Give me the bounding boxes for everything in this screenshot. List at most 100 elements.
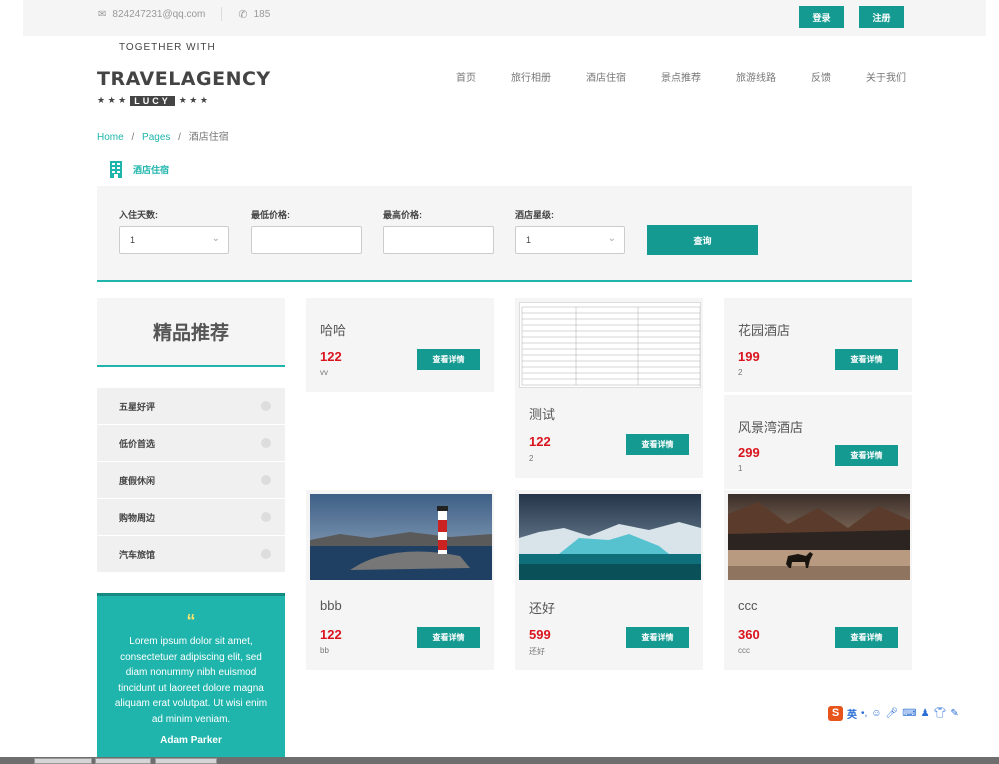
- stars-value: 1: [526, 235, 532, 245]
- sidebar-item-label: 五星好评: [119, 401, 156, 412]
- bullet-icon: [261, 512, 271, 522]
- breadcrumb-pages[interactable]: Pages: [142, 132, 170, 143]
- nav-item-feedback[interactable]: 反馈: [811, 69, 831, 84]
- testimonial-author: Adam Parker: [160, 735, 222, 746]
- hotel-name: 还好: [529, 601, 556, 616]
- sidebar-item-label: 低价首选: [119, 438, 156, 449]
- sidebar-item-resort[interactable]: 度假休闲: [97, 462, 285, 499]
- hotel-price: 299: [738, 445, 760, 460]
- hotel-price: 122: [320, 349, 342, 364]
- sidebar-item-label: 汽车旅馆: [119, 549, 156, 560]
- site-logo[interactable]: TOGETHER WITH TRAVELAGENCY ★ ★ ★ LUCY ★ …: [97, 40, 270, 110]
- days-select[interactable]: 1 ⌄: [119, 226, 229, 254]
- hotel-card: 测试 122 2 查看详情: [515, 298, 703, 478]
- login-button[interactable]: 登录: [799, 6, 844, 28]
- skin-icon[interactable]: 👕︎: [934, 708, 947, 719]
- testimonial-box: “ Lorem ipsum dolor sit amet, consectetu…: [97, 593, 285, 764]
- mail-icon: ✉: [98, 8, 107, 20]
- logo-stars: ★ ★ ★ LUCY ★ ★ ★: [97, 95, 208, 106]
- taskbar-item[interactable]: [95, 758, 151, 764]
- days-label: 入住天数:: [119, 210, 158, 220]
- user-icon[interactable]: ♟: [921, 708, 930, 719]
- register-button[interactable]: 注册: [859, 6, 904, 28]
- ime-language[interactable]: 英: [847, 706, 857, 721]
- keyboard-icon[interactable]: ⌨: [902, 708, 916, 719]
- nav-item-album[interactable]: 旅行相册: [511, 69, 551, 84]
- min-price-label: 最低价格:: [251, 210, 290, 220]
- max-price-label: 最高价格:: [383, 210, 422, 220]
- hotel-name: bbb: [320, 598, 342, 613]
- hotel-thumbnail[interactable]: [728, 494, 910, 580]
- sidebar-item-shopping[interactable]: 购物周边: [97, 499, 285, 536]
- nav-item-home[interactable]: 首页: [456, 69, 476, 84]
- query-button[interactable]: 查询: [647, 225, 758, 255]
- hotel-price: 360: [738, 627, 760, 642]
- logo-stars-left: ★ ★ ★: [97, 95, 127, 105]
- main-nav: 首页 旅行相册 酒店住宿 景点推荐 旅游线路 反馈 关于我们: [456, 69, 906, 84]
- testimonial-text: Lorem ipsum dolor sit amet, consectetuer…: [114, 636, 268, 725]
- view-details-button[interactable]: 查看详情: [835, 445, 898, 466]
- nav-item-attractions[interactable]: 景点推荐: [661, 69, 701, 84]
- view-details-button[interactable]: 查看详情: [626, 434, 689, 455]
- nav-item-routes[interactable]: 旅游线路: [736, 69, 776, 84]
- breadcrumb-separator: /: [178, 132, 181, 143]
- sogou-logo-icon[interactable]: S: [828, 705, 843, 721]
- emoji-icon[interactable]: ☺: [871, 708, 881, 719]
- nav-item-about[interactable]: 关于我们: [866, 69, 906, 84]
- bullet-icon: [261, 401, 271, 411]
- logo-badge: LUCY: [130, 95, 175, 106]
- breadcrumb: Home / Pages / 酒店住宿: [97, 128, 229, 143]
- taskbar-item[interactable]: [155, 758, 217, 764]
- hotel-card: 风景湾酒店 299 1 查看详情: [724, 395, 912, 489]
- table-image: [520, 303, 700, 387]
- lighthouse-image: [310, 494, 492, 580]
- hotel-name: 花园酒店: [738, 323, 791, 338]
- tab-hotel[interactable]: 酒店住宿: [97, 152, 202, 186]
- divider: [221, 7, 223, 21]
- bullet-icon: [261, 475, 271, 485]
- sidebar-item-five-star[interactable]: 五星好评: [97, 388, 285, 425]
- max-price-input[interactable]: [383, 226, 494, 254]
- hotel-price: 199: [738, 349, 760, 364]
- hotel-price: 122: [320, 627, 342, 642]
- hotel-note: ccc: [738, 646, 750, 655]
- chevron-down-icon: ⌄: [211, 233, 220, 244]
- microphone-icon[interactable]: 🎤︎: [886, 708, 899, 719]
- logo-wordmark: TRAVELAGENCY: [97, 68, 271, 90]
- view-details-button[interactable]: 查看详情: [417, 349, 480, 370]
- hotel-card: 花园酒店 199 2 查看详情: [724, 298, 912, 392]
- view-details-button[interactable]: 查看详情: [417, 627, 480, 648]
- hotel-thumbnail[interactable]: [519, 494, 701, 580]
- nav-item-hotel[interactable]: 酒店住宿: [586, 69, 626, 84]
- bullet-icon: [261, 549, 271, 559]
- hotel-note: 2: [529, 454, 534, 463]
- hotel-thumbnail[interactable]: [310, 494, 492, 580]
- punctuation-icon[interactable]: •,: [861, 708, 867, 719]
- sidebar-item-label: 度假休闲: [119, 475, 156, 486]
- hotel-thumbnail[interactable]: [519, 302, 701, 388]
- taskbar-item[interactable]: [34, 758, 92, 764]
- logo-stars-right: ★ ★ ★: [178, 95, 208, 105]
- hotel-note: bb: [320, 646, 329, 655]
- view-details-button[interactable]: 查看详情: [835, 627, 898, 648]
- email-text: 824247231@qq.com: [112, 8, 206, 20]
- hotel-card: 哈哈 122 vv 查看详情: [306, 298, 494, 392]
- hotel-price: 599: [529, 627, 551, 642]
- hotel-name: 风景湾酒店: [738, 420, 804, 435]
- stars-select[interactable]: 1 ⌄: [515, 226, 625, 254]
- iceberg-image: [519, 494, 701, 580]
- hotel-name: 测试: [529, 407, 556, 422]
- hotel-card: 还好 599 还好 查看详情: [515, 490, 703, 670]
- min-price-input[interactable]: [251, 226, 362, 254]
- breadcrumb-home[interactable]: Home: [97, 132, 124, 143]
- tools-icon[interactable]: ✎: [950, 708, 958, 719]
- view-details-button[interactable]: 查看详情: [626, 627, 689, 648]
- hotel-note: vv: [320, 368, 328, 377]
- phone-icon: ✆: [238, 8, 248, 21]
- hotel-name: 哈哈: [320, 323, 347, 338]
- sidebar-item-low-price[interactable]: 低价首选: [97, 425, 285, 462]
- view-details-button[interactable]: 查看详情: [835, 349, 898, 370]
- sidebar-item-motel[interactable]: 汽车旅馆: [97, 536, 285, 573]
- breadcrumb-current: 酒店住宿: [188, 132, 229, 143]
- ime-toolbar[interactable]: S 英 •, ☺ 🎤︎ ⌨ ♟ 👕︎ ✎: [826, 703, 974, 723]
